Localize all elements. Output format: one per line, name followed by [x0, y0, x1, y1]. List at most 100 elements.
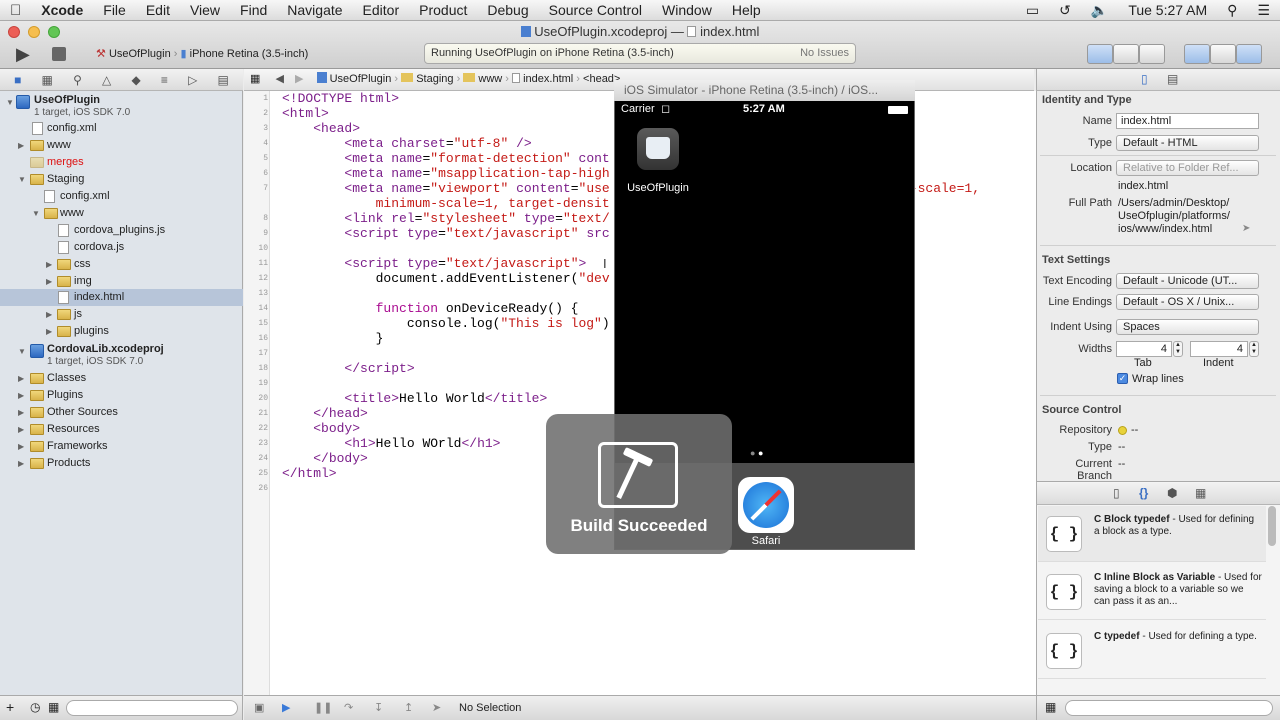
assistant-editor-button[interactable]: [1113, 44, 1139, 64]
close-button[interactable]: [8, 26, 20, 38]
disclosure-open-icon[interactable]: ▼: [6, 94, 14, 111]
tree-item[interactable]: ▶ css: [0, 256, 243, 273]
type-select[interactable]: Default - HTML: [1116, 135, 1259, 151]
forward-button[interactable]: ▶: [295, 73, 303, 85]
location-icon[interactable]: ➤: [432, 696, 441, 720]
symbol-icon[interactable]: ▦: [42, 73, 53, 87]
test-icon[interactable]: ◆: [131, 73, 140, 87]
tree-group[interactable]: ▶ Products: [0, 455, 243, 472]
app-icon-useofplugin[interactable]: [637, 128, 679, 170]
file-template-icon[interactable]: ▯: [1113, 486, 1120, 500]
display-icon[interactable]: ▭: [1016, 2, 1049, 19]
jump-item-folder[interactable]: www: [478, 73, 502, 85]
tree-group[interactable]: ▶ Resources: [0, 421, 243, 438]
jump-item-file[interactable]: index.html: [523, 73, 573, 85]
breakpoint-icon[interactable]: ▷: [188, 73, 197, 87]
view-toggle-icon[interactable]: ▦: [1045, 700, 1056, 714]
tree-lib-project[interactable]: ▼ CordovaLib.xcodeproj 1 target, iOS SDK…: [0, 341, 243, 369]
tree-item[interactable]: cordova_plugins.js: [0, 222, 243, 239]
encoding-select[interactable]: Default - Unicode (UT...: [1116, 273, 1259, 289]
tree-item[interactable]: config.xml: [0, 120, 243, 137]
menu-view[interactable]: View: [180, 2, 230, 18]
location-select[interactable]: Relative to Folder Ref...: [1116, 160, 1259, 176]
menu-product[interactable]: Product: [409, 2, 477, 18]
tree-project-root[interactable]: ▼ UseOfPlugin 1 target, iOS SDK 7.0: [0, 92, 243, 120]
debug-icon[interactable]: ≡: [161, 73, 168, 87]
notification-list-icon[interactable]: ☰: [1247, 2, 1280, 19]
disclosure-open-icon[interactable]: ▼: [32, 205, 40, 222]
version-editor-button[interactable]: [1139, 44, 1165, 64]
snippet-item[interactable]: { } C Inline Block as Variable - Used fo…: [1038, 564, 1266, 620]
line-endings-select[interactable]: Default - OS X / Unix...: [1116, 294, 1259, 310]
standard-editor-button[interactable]: [1087, 44, 1113, 64]
indent-width-field[interactable]: 4: [1190, 341, 1248, 357]
tree-item[interactable]: ▶ www: [0, 137, 243, 154]
stop-button[interactable]: [52, 47, 66, 61]
indent-width-stepper[interactable]: ▲ ▼: [1249, 341, 1259, 357]
tree-item[interactable]: merges: [0, 154, 243, 171]
scm-filter-icon[interactable]: ▦: [48, 700, 59, 714]
recent-icon[interactable]: ◷: [30, 700, 40, 714]
disclosure-open-icon[interactable]: ▼: [18, 343, 26, 360]
folder-icon[interactable]: ■: [14, 73, 21, 87]
step-out-icon[interactable]: ↥: [404, 696, 413, 720]
menu-navigate[interactable]: Navigate: [277, 2, 352, 18]
tab-width-stepper[interactable]: ▲ ▼: [1173, 341, 1183, 357]
tree-group[interactable]: ▶ Classes: [0, 370, 243, 387]
disclosure-closed-icon[interactable]: ▶: [18, 438, 24, 455]
breakpoints-icon[interactable]: ▶: [282, 696, 290, 720]
disclosure-closed-icon[interactable]: ▶: [18, 370, 24, 387]
snippet-item[interactable]: { } C typedef - Used for defining a type…: [1038, 623, 1266, 679]
menu-find[interactable]: Find: [230, 2, 277, 18]
related-items-icon[interactable]: ▦: [250, 73, 260, 85]
jump-item-folder[interactable]: Staging: [416, 73, 453, 85]
back-button[interactable]: ◀: [275, 73, 283, 85]
jump-item-project[interactable]: UseOfPlugin: [330, 73, 392, 85]
tree-item-selected[interactable]: index.html: [0, 289, 243, 306]
filter-field[interactable]: [66, 700, 238, 716]
step-over-icon[interactable]: ↷: [344, 696, 353, 720]
indent-using-select[interactable]: Spaces: [1116, 319, 1259, 335]
tree-item[interactable]: ▼ www: [0, 205, 243, 222]
snippet-item[interactable]: { } C Block typedef - Used for defining …: [1038, 506, 1266, 562]
run-button[interactable]: ▶: [16, 44, 38, 64]
zoom-button[interactable]: [48, 26, 60, 38]
menu-editor[interactable]: Editor: [353, 2, 410, 18]
object-library-icon[interactable]: ⬢: [1167, 486, 1177, 500]
tree-item[interactable]: ▶ img: [0, 273, 243, 290]
tree-group[interactable]: ▶ Frameworks: [0, 438, 243, 455]
tree-item[interactable]: cordova.js: [0, 239, 243, 256]
code-snippet-icon[interactable]: {}: [1139, 486, 1148, 500]
step-in-icon[interactable]: ↧: [374, 696, 383, 720]
disclosure-closed-icon[interactable]: ▶: [18, 387, 24, 404]
volume-icon[interactable]: 🔈: [1081, 2, 1118, 19]
quick-help-icon[interactable]: ▤: [1167, 72, 1178, 86]
menu-clock[interactable]: Tue 5:27 AM: [1118, 2, 1217, 18]
minimize-button[interactable]: [28, 26, 40, 38]
tree-item[interactable]: config.xml: [0, 188, 243, 205]
disclosure-closed-icon[interactable]: ▶: [18, 421, 24, 438]
wrap-lines-checkbox[interactable]: ✓: [1117, 373, 1128, 384]
menu-xcode[interactable]: Xcode: [31, 2, 93, 18]
hide-debug-icon[interactable]: ▣: [254, 696, 264, 720]
disclosure-closed-icon[interactable]: ▶: [18, 137, 24, 154]
menu-source-control[interactable]: Source Control: [539, 2, 652, 18]
disclosure-closed-icon[interactable]: ▶: [46, 256, 52, 273]
simulator-title[interactable]: iOS Simulator - iPhone Retina (3.5-inch)…: [614, 80, 915, 101]
disclosure-closed-icon[interactable]: ▶: [46, 323, 52, 340]
warning-icon[interactable]: △: [102, 73, 111, 87]
log-icon[interactable]: ▤: [218, 73, 229, 87]
spotlight-icon[interactable]: ⚲: [1217, 2, 1247, 19]
safari-icon[interactable]: [738, 477, 794, 533]
tree-group[interactable]: ▶ Other Sources: [0, 404, 243, 421]
menu-help[interactable]: Help: [722, 2, 771, 18]
disclosure-closed-icon[interactable]: ▶: [46, 306, 52, 323]
disclosure-closed-icon[interactable]: ▶: [18, 404, 24, 421]
disclosure-closed-icon[interactable]: ▶: [46, 273, 52, 290]
reveal-in-finder-icon[interactable]: ➤: [1242, 223, 1250, 234]
tree-item[interactable]: ▼ Staging: [0, 171, 243, 188]
library-filter-field[interactable]: [1065, 700, 1273, 716]
media-library-icon[interactable]: ▦: [1195, 486, 1206, 500]
apple-menu-icon[interactable]: : [0, 2, 31, 19]
time-machine-icon[interactable]: ↺: [1049, 2, 1081, 19]
